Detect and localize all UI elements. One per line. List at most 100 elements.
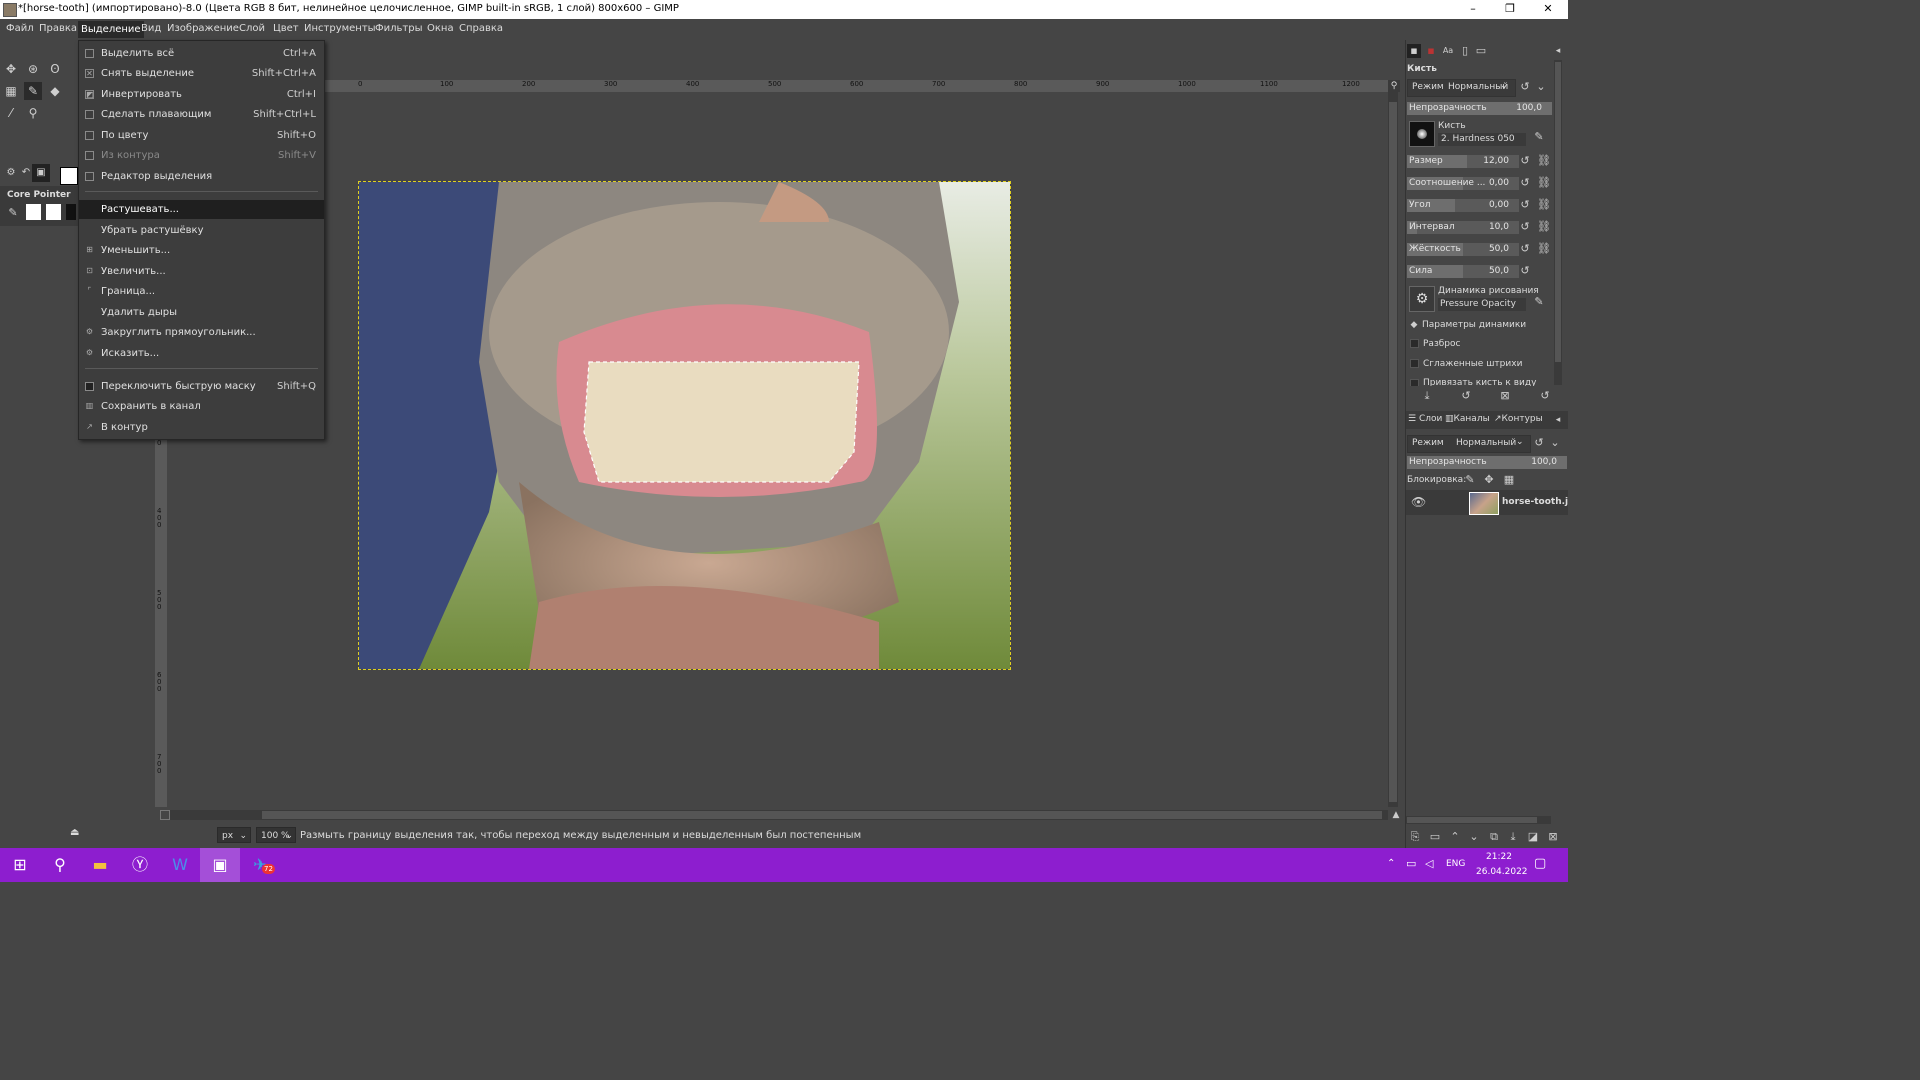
quickmask-toggle-icon[interactable]: [160, 810, 170, 820]
zoom-nav-icon[interactable]: ⚲: [1388, 80, 1400, 92]
lock-alpha-icon[interactable]: ▦: [1502, 473, 1516, 487]
eye-visibility-icon[interactable]: 👁: [1411, 495, 1426, 509]
menu-select[interactable]: Выделение: [78, 21, 144, 38]
tool-options-scrollbar[interactable]: [1554, 60, 1562, 385]
new-group-icon[interactable]: ▭: [1428, 830, 1442, 844]
paint-mode-select[interactable]: Режим Нормальный ⌄: [1407, 79, 1516, 97]
search-icon[interactable]: ⚲: [40, 848, 80, 882]
gimp-taskbar-icon[interactable]: ▣: [200, 848, 240, 882]
file-explorer-icon[interactable]: ▬: [80, 848, 120, 882]
windows-start-icon[interactable]: ⊞: [0, 848, 40, 882]
menu-item-feather[interactable]: Растушевать...: [79, 200, 324, 219]
menu-item-by-color[interactable]: По цвету Shift+O: [79, 126, 324, 145]
device-tab-icon[interactable]: ▪: [1424, 44, 1438, 58]
lock-brush-checkbox[interactable]: [1410, 379, 1419, 386]
reset-options-icon[interactable]: ↺: [1538, 389, 1552, 403]
zoom-select[interactable]: 100 % ⌄: [256, 827, 296, 843]
tab-paths[interactable]: ↗Контуры: [1494, 414, 1543, 424]
size-slider[interactable]: Размер 12,00: [1407, 155, 1519, 168]
menu-file[interactable]: Файл: [6, 23, 34, 34]
scatter-checkbox[interactable]: [1410, 339, 1419, 348]
reset-layer-mode-icon[interactable]: ↺: [1532, 436, 1546, 450]
word-icon[interactable]: W: [160, 848, 200, 882]
menu-item-sharpen[interactable]: Убрать растушёвку: [79, 221, 324, 240]
menu-help[interactable]: Справка: [459, 23, 503, 34]
reset-angle-icon[interactable]: ↺: [1518, 198, 1532, 212]
tray-chevron-icon[interactable]: ⌃: [1387, 858, 1395, 869]
duplicate-layer-icon[interactable]: ⧉: [1487, 830, 1501, 844]
volume-icon[interactable]: ◁: [1425, 857, 1433, 870]
aspect-slider[interactable]: Соотношение ... 0,00: [1407, 177, 1519, 190]
paintbrush-tool-icon[interactable]: ✎: [24, 82, 42, 100]
document-tab-icon[interactable]: ▯: [1458, 44, 1472, 58]
vertical-scrollbar[interactable]: [1388, 92, 1398, 807]
angle-slider[interactable]: Угол 0,00: [1407, 199, 1519, 212]
move-tool-icon[interactable]: ✥: [2, 60, 20, 78]
restore-options-icon[interactable]: ↺: [1459, 389, 1473, 403]
zoom-tool-icon[interactable]: ⚲: [24, 104, 42, 122]
menu-image[interactable]: Изображение: [167, 23, 239, 34]
spacing-slider[interactable]: Интервал 10,0: [1407, 221, 1519, 234]
notifications-icon[interactable]: ▢: [1534, 856, 1546, 871]
layers-menu-icon[interactable]: ◂: [1551, 413, 1565, 427]
close-button[interactable]: ✕: [1530, 1, 1566, 17]
network-icon[interactable]: ▭: [1406, 857, 1416, 870]
dock-menu-icon[interactable]: ◂: [1551, 44, 1565, 58]
lock-position-icon[interactable]: ✥: [1482, 473, 1496, 487]
edit-dynamics-icon[interactable]: ✎: [1532, 295, 1546, 309]
images-tab-icon[interactable]: ▣: [32, 164, 50, 182]
menu-filters[interactable]: Фильтры: [375, 23, 422, 34]
edit-brush-icon[interactable]: ✎: [1532, 130, 1546, 144]
save-options-icon[interactable]: ⤓: [1420, 389, 1434, 403]
raise-layer-icon[interactable]: ⌃: [1448, 830, 1462, 844]
menu-color[interactable]: Цвет: [273, 23, 299, 34]
layer-opacity-slider[interactable]: Непрозрачность 100,0: [1407, 456, 1567, 469]
warp-tool-icon[interactable]: ⊛: [24, 60, 42, 78]
menu-item-selection-editor[interactable]: Редактор выделения: [79, 167, 324, 186]
eraser-tool-icon[interactable]: ◆: [46, 82, 64, 100]
dynamics-name-field[interactable]: Pressure Opacity: [1438, 298, 1526, 311]
dynamics-preview-icon[interactable]: ⚙: [1409, 286, 1435, 312]
unit-select[interactable]: px ⌄: [217, 827, 251, 843]
dynamics-options-label[interactable]: Параметры динамики: [1422, 320, 1526, 330]
reset-hardness-icon[interactable]: ↺: [1518, 242, 1532, 256]
lock-pixels-icon[interactable]: ✎: [1463, 473, 1477, 487]
link-spacing-icon[interactable]: ⛓: [1537, 220, 1551, 234]
menu-item-select-all[interactable]: Выделить всё Ctrl+A: [79, 44, 324, 63]
menu-item-to-path[interactable]: ↗ В контур: [79, 418, 324, 437]
tab-channels[interactable]: ▥Каналы: [1445, 414, 1490, 424]
brush-preview[interactable]: [1409, 121, 1435, 147]
tab-layers[interactable]: ☰ Слои: [1408, 414, 1442, 424]
menu-layer[interactable]: Слой: [239, 23, 265, 34]
lasso-tool-icon[interactable]: ʘ: [46, 60, 64, 78]
color-picker-tool-icon[interactable]: ⁄: [2, 104, 20, 122]
language-indicator[interactable]: ENG: [1446, 859, 1465, 869]
images-tab-icon[interactable]: ▭: [1474, 44, 1488, 58]
fonts-tab-icon[interactable]: Aa: [1441, 44, 1455, 58]
menu-item-float[interactable]: Сделать плавающим Shift+Ctrl+L: [79, 105, 324, 124]
delete-options-icon[interactable]: ⊠: [1498, 389, 1512, 403]
reset-aspect-icon[interactable]: ↺: [1518, 176, 1532, 190]
layer-row[interactable]: 👁 horse-tooth.j: [1406, 490, 1568, 515]
chevron-down-icon[interactable]: ⌄: [1534, 80, 1548, 94]
merge-layer-icon[interactable]: ⤓: [1506, 830, 1520, 844]
telegram-icon[interactable]: ✈ 72: [240, 848, 280, 882]
layer-name[interactable]: horse-tooth.j: [1502, 497, 1568, 507]
menu-windows[interactable]: Окна: [427, 23, 454, 34]
menu-item-from-path[interactable]: Из контура Shift+V: [79, 146, 324, 165]
lower-layer-icon[interactable]: ⌄: [1467, 830, 1481, 844]
expand-dynamics-icon[interactable]: ◆: [1407, 318, 1421, 332]
layer-mode-select[interactable]: Режим Нормальный ⌄: [1407, 435, 1531, 453]
minimize-button[interactable]: –: [1455, 1, 1491, 17]
new-layer-icon[interactable]: ⎘: [1408, 830, 1422, 844]
reset-mode-icon[interactable]: ↺: [1518, 80, 1532, 94]
layer-mask-icon[interactable]: ◪: [1526, 830, 1540, 844]
clock-time[interactable]: 21:22: [1486, 852, 1512, 862]
link-size-icon[interactable]: ⛓: [1537, 154, 1551, 168]
horizontal-scrollbar[interactable]: [170, 810, 1388, 820]
force-slider[interactable]: Сила 50,0: [1407, 265, 1519, 278]
chevron-down-icon[interactable]: ⌄: [1548, 436, 1562, 450]
menu-view[interactable]: Вид: [141, 23, 161, 34]
menu-tools[interactable]: Инструменты: [304, 23, 376, 34]
link-aspect-icon[interactable]: ⛓: [1537, 176, 1551, 190]
